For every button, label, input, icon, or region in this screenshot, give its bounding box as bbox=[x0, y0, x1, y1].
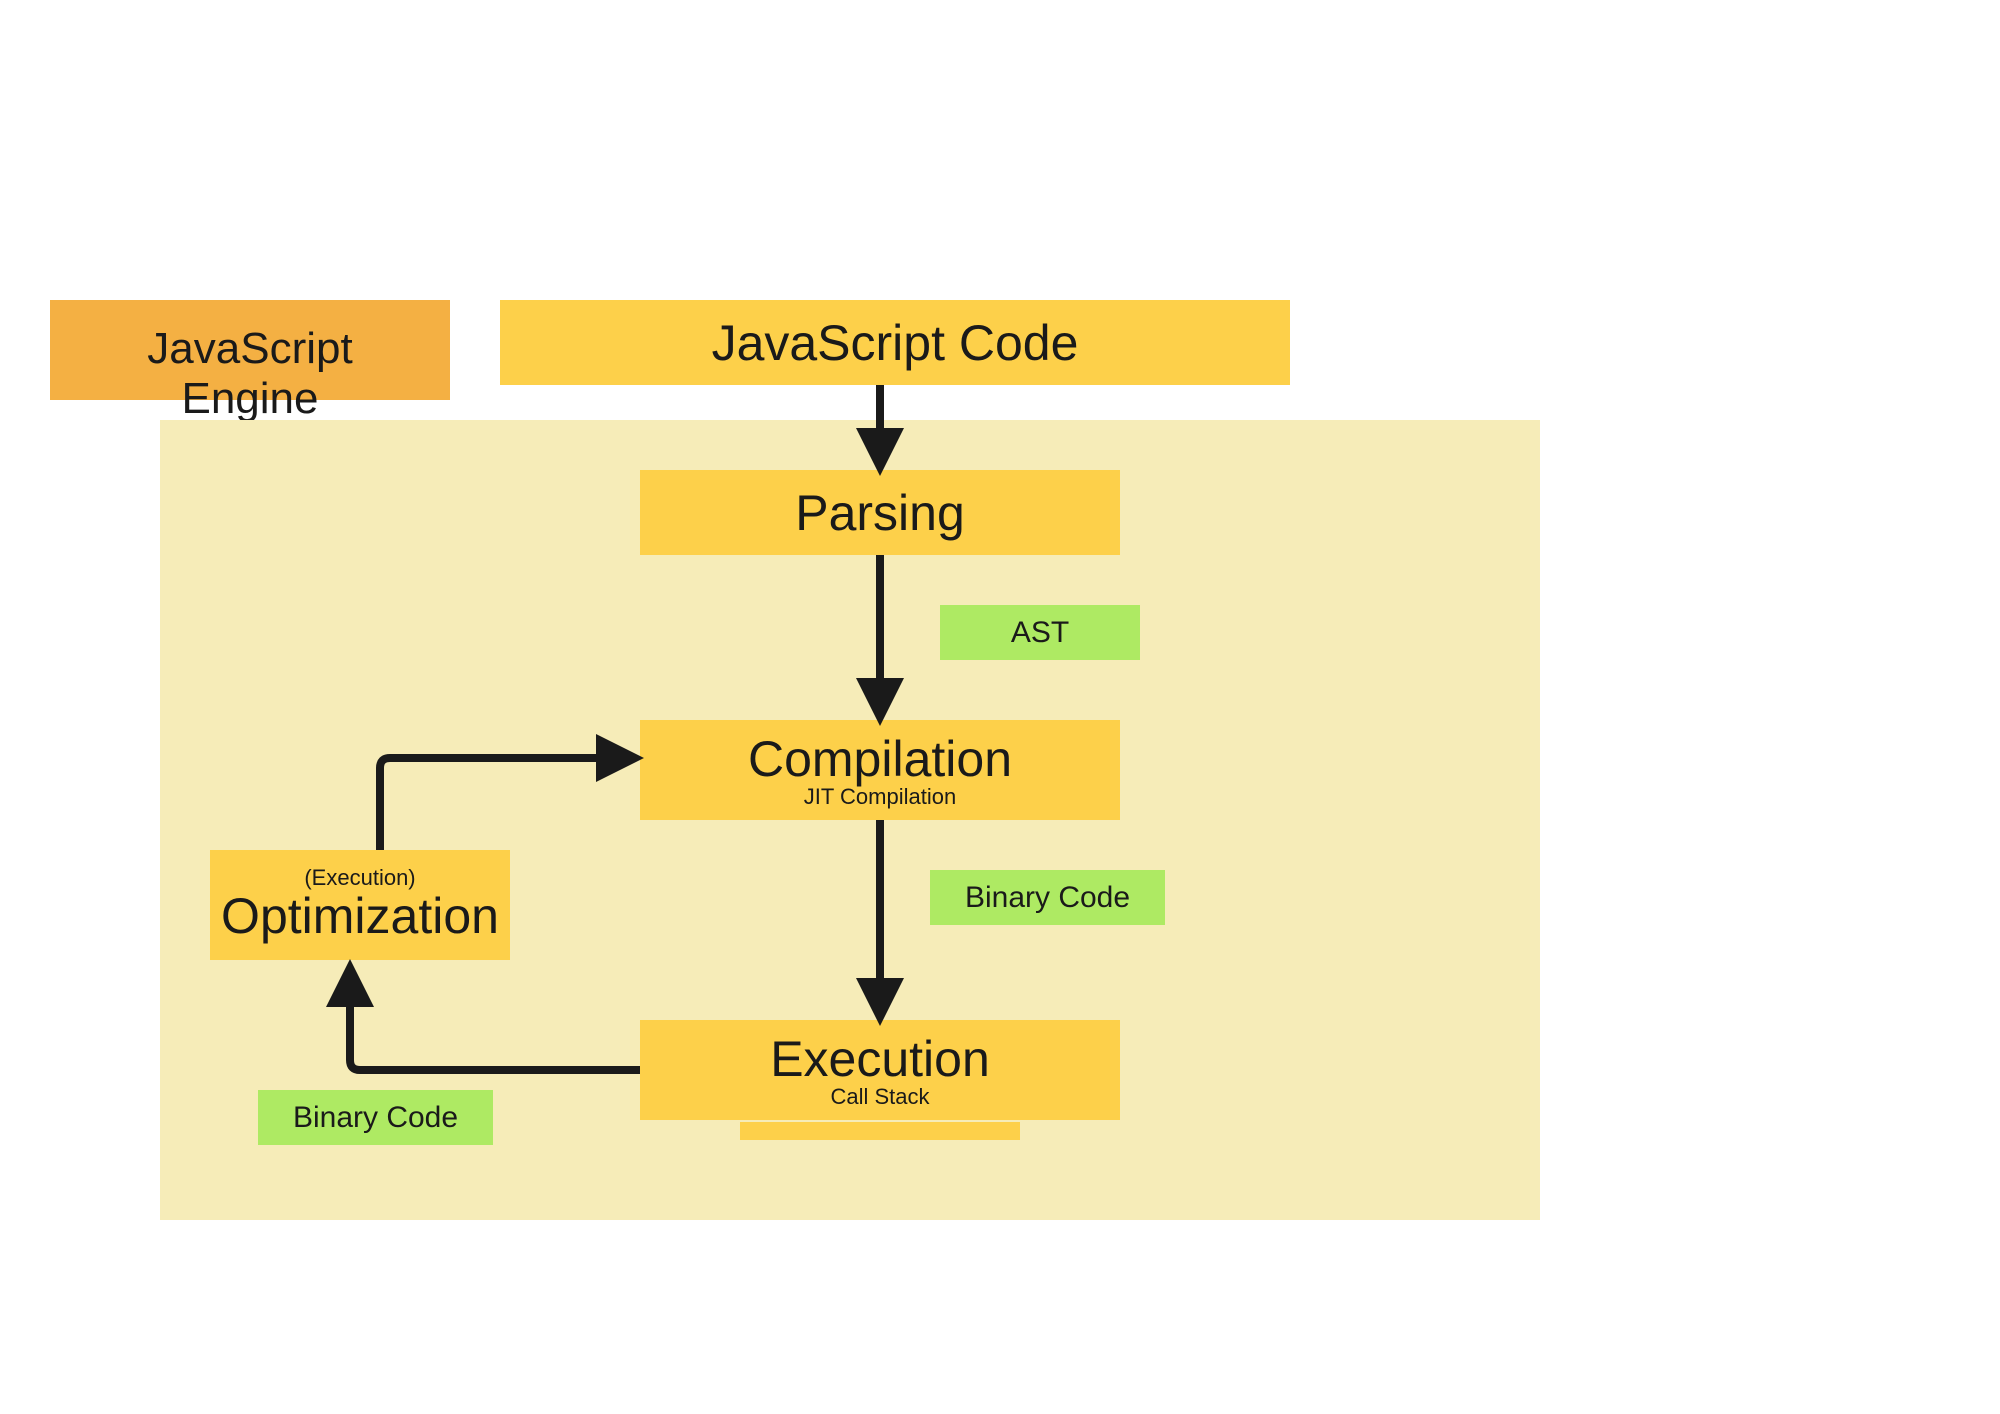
node-js-code-label: JavaScript Code bbox=[712, 314, 1079, 372]
node-execution-sub: Call Stack bbox=[830, 1084, 929, 1110]
node-compilation-sub: JIT Compilation bbox=[804, 784, 956, 810]
node-compilation-label: Compilation bbox=[748, 730, 1012, 788]
node-js-code: JavaScript Code bbox=[500, 300, 1290, 385]
node-parsing-label: Parsing bbox=[795, 484, 965, 542]
engine-label: JavaScript Engine bbox=[50, 300, 450, 400]
edge-label-binary-down: Binary Code bbox=[930, 870, 1165, 925]
callstack-strip bbox=[740, 1122, 1020, 1140]
node-execution-label: Execution bbox=[770, 1030, 990, 1088]
node-compilation: Compilation JIT Compilation bbox=[640, 720, 1120, 820]
node-execution: Execution Call Stack bbox=[640, 1020, 1120, 1120]
node-optimization-label: Optimization bbox=[221, 887, 499, 945]
node-parsing: Parsing bbox=[640, 470, 1120, 555]
edge-label-ast: AST bbox=[940, 605, 1140, 660]
node-optimization: (Execution) Optimization bbox=[210, 850, 510, 960]
edge-label-binary-left: Binary Code bbox=[258, 1090, 493, 1145]
